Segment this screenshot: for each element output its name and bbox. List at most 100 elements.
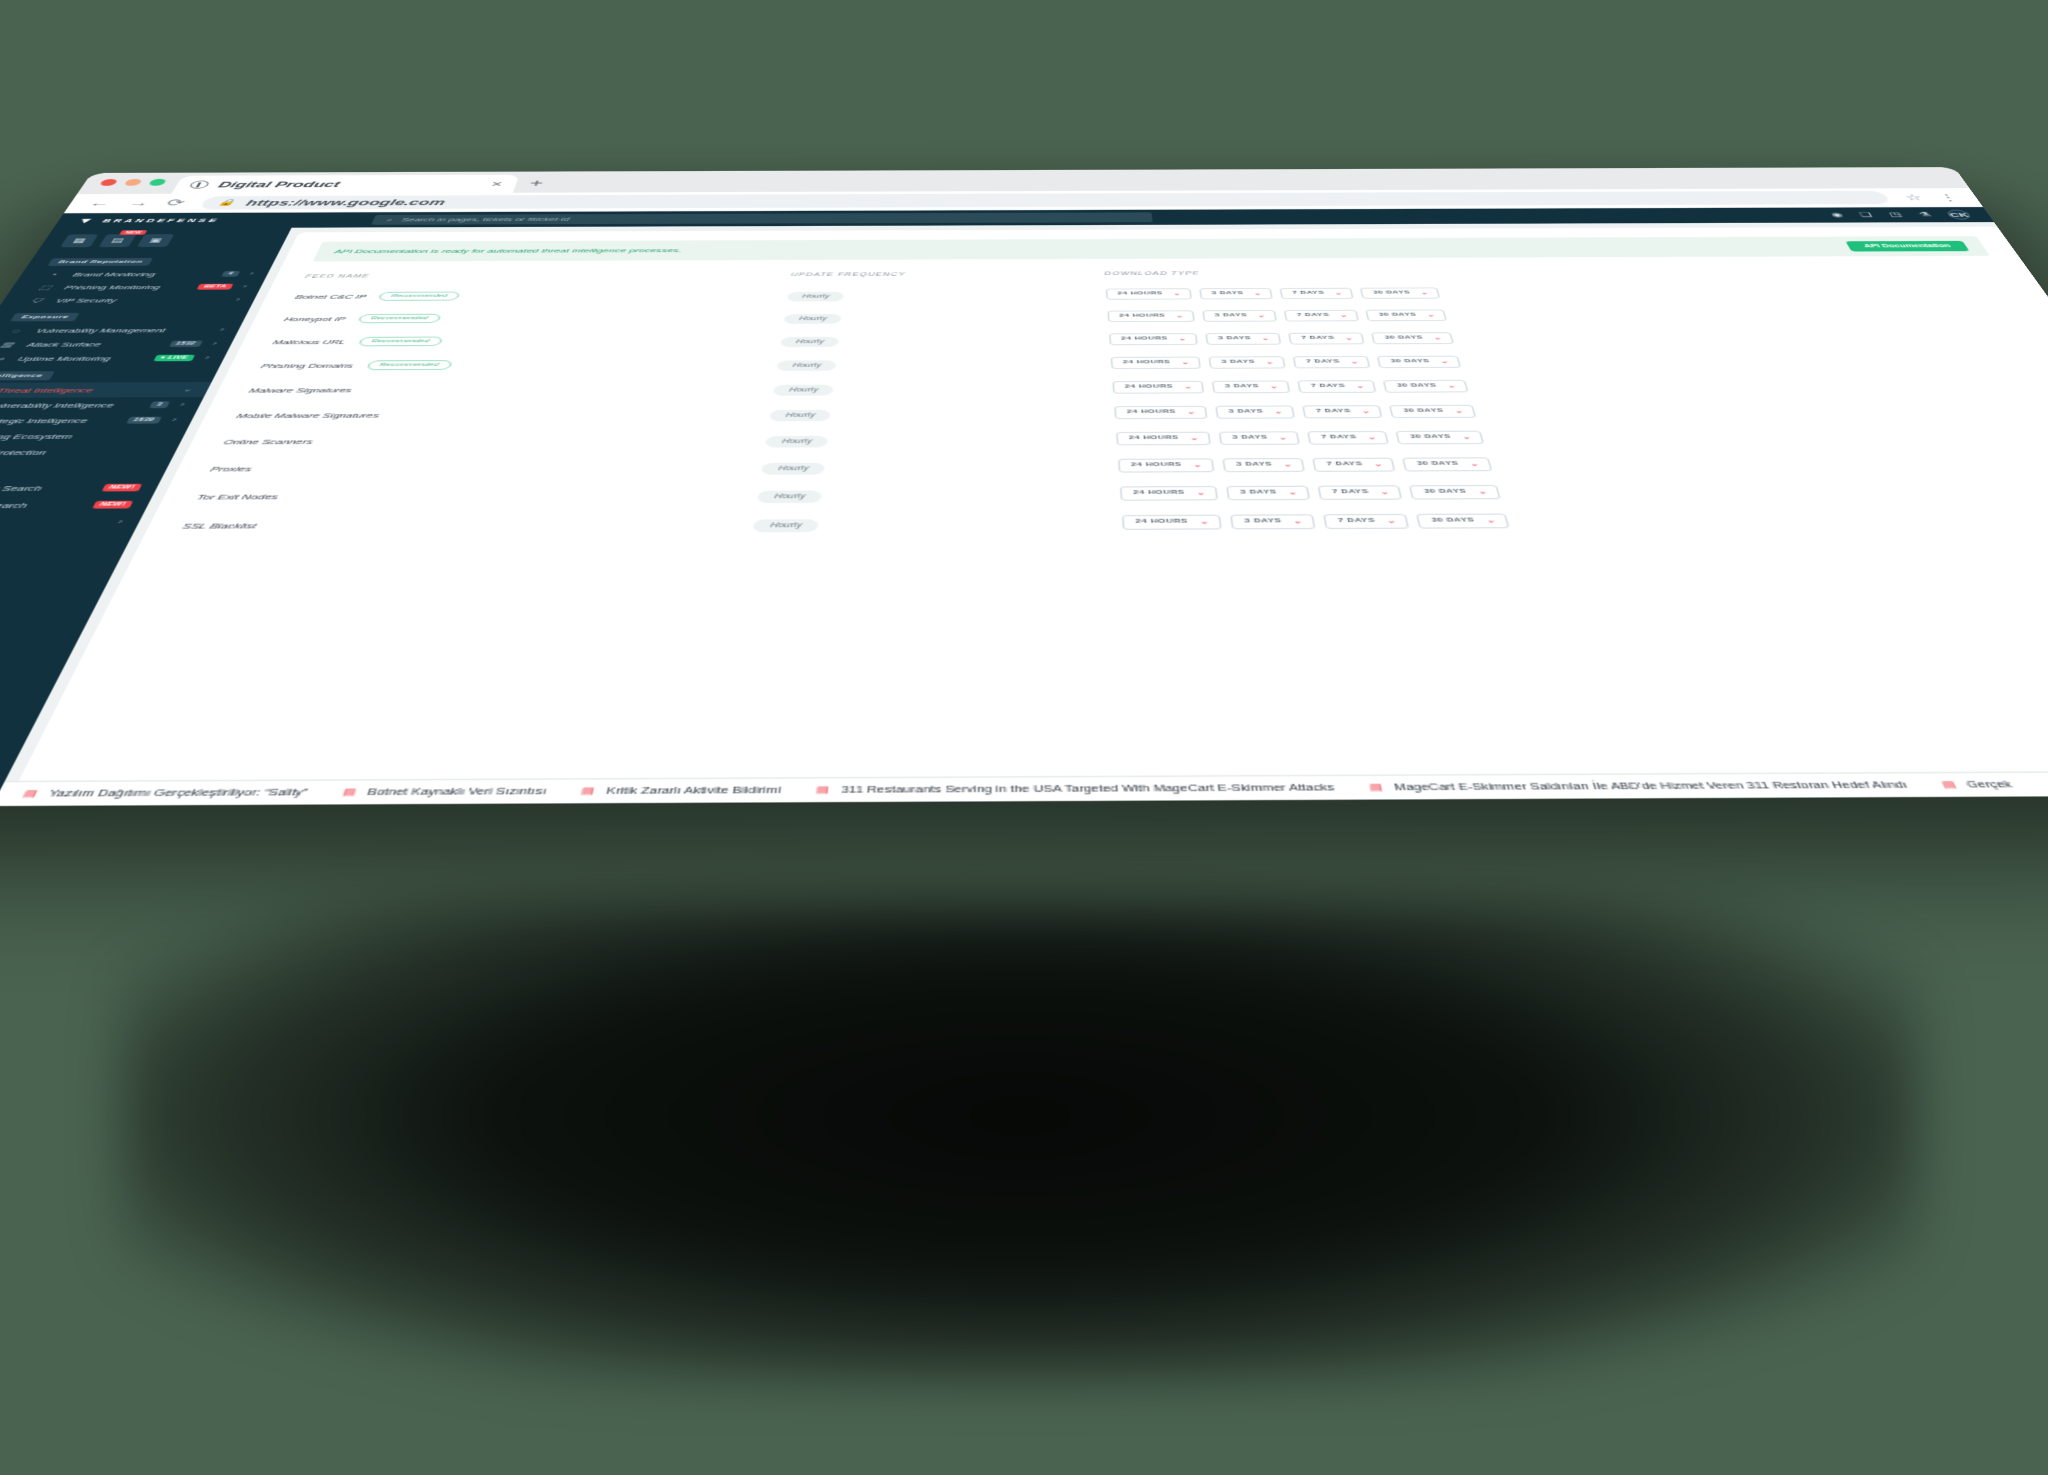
sidebar-item-vulnerability-intelligence[interactable]: ▧Vulnerability Intelligence3› [0, 397, 204, 413]
sidebar-item-attack-surface[interactable]: ▥ Attack Surface 1532 › [0, 337, 235, 352]
download-24-hours-button[interactable]: 24 HOURS ⌄ [1115, 431, 1211, 445]
address-bar[interactable]: 🔒 https://www.google.com [198, 190, 1893, 210]
download-30-days-button[interactable]: 30 DAYS ⌄ [1395, 430, 1485, 444]
back-icon[interactable]: ← [86, 198, 114, 209]
forward-icon[interactable]: → [125, 198, 153, 209]
download-24-hours-button[interactable]: 24 HOURS ⌄ [1113, 405, 1208, 419]
chevron-right-icon[interactable]: › [242, 284, 248, 289]
download-3-days-button[interactable]: 3 DAYS ⌄ [1218, 430, 1301, 445]
download-30-days-button[interactable]: 30 DAYS ⌄ [1389, 404, 1477, 418]
download-30-days-button[interactable]: 30 DAYS ⌄ [1409, 484, 1501, 500]
chevron-down-icon[interactable]: ⌄ [1350, 359, 1359, 365]
ticker-item[interactable]: ▤ Botnet Kaynaklı Veri Sızıntısı [323, 786, 565, 798]
chevron-down-icon[interactable]: ⌄ [1420, 290, 1429, 295]
chevron-down-icon[interactable]: ⌄ [1265, 359, 1274, 365]
ticker-item[interactable]: ▤ 311 Restaurants Serving in the USA Targ… [798, 783, 1353, 796]
chevron-down-icon[interactable]: ⌄ [1433, 335, 1442, 341]
sidebar-item-uptime-monitoring[interactable]: ⊷ Uptime Monitoring ● LIVE › [0, 351, 228, 366]
maximize-window-dot[interactable] [148, 178, 168, 186]
download-24-hours-button[interactable]: 24 HOURS ⌄ [1119, 485, 1219, 501]
sidebar-item-fraud-protection[interactable]: ◎Fraud Protection [0, 444, 180, 461]
reload-icon[interactable]: ⟳ [164, 198, 188, 209]
brand-logo[interactable]: ▼ BRANDEFENSE [56, 216, 298, 225]
download-7-days-button[interactable]: 7 DAYS ⌄ [1284, 309, 1360, 322]
chevron-down-icon[interactable]: ⌄ [1278, 435, 1289, 440]
sidebar-item-look-up[interactable]: ⌕Look Up› [0, 513, 144, 533]
chevron-down-icon[interactable]: ⌄ [1288, 489, 1298, 496]
close-icon[interactable]: × [490, 179, 505, 189]
window-controls[interactable] [93, 173, 171, 194]
chevron-down-icon[interactable]: ⌄ [1190, 435, 1199, 441]
browser-tab[interactable]: Digital Product × [171, 174, 520, 194]
visibility-icon[interactable]: ◉ [1829, 211, 1844, 218]
chevron-right-icon[interactable]: › [211, 341, 217, 346]
download-3-days-button[interactable]: 3 DAYS ⌄ [1230, 513, 1316, 529]
filter-icon[interactable]: ⚗ [1917, 211, 1933, 218]
chevron-right-icon[interactable]: › [116, 519, 124, 526]
download-7-days-button[interactable]: 7 DAYS ⌄ [1312, 457, 1397, 472]
browser-menu-icon[interactable]: ⋮ [1936, 192, 1961, 202]
sidebar-item-email-leak-search[interactable]: ⚲Email Leak SearchNEW! [0, 496, 153, 514]
download-7-days-button[interactable]: 7 DAYS ⌄ [1288, 332, 1366, 345]
chevron-down-icon[interactable]: ⌄ [1253, 291, 1263, 295]
chevron-down-icon[interactable]: ⌄ [1477, 488, 1488, 495]
chevron-down-icon[interactable]: ⌄ [1426, 312, 1435, 318]
download-7-days-button[interactable]: 7 DAYS ⌄ [1297, 379, 1377, 393]
avatar[interactable]: CK [1945, 209, 1973, 220]
chevron-down-icon[interactable]: ⌄ [1193, 462, 1202, 469]
download-3-days-button[interactable]: 3 DAYS ⌄ [1199, 287, 1274, 299]
chevron-down-icon[interactable]: ⌄ [1344, 335, 1354, 341]
chevron-down-icon[interactable]: ⌄ [1373, 461, 1384, 468]
chevron-right-icon[interactable]: › [219, 327, 225, 332]
chevron-down-icon[interactable]: ⌄ [1187, 409, 1196, 415]
chevron-down-icon[interactable]: ⌄ [1447, 383, 1457, 389]
download-3-days-button[interactable]: 3 DAYS ⌄ [1222, 457, 1306, 472]
chevron-down-icon[interactable]: ⌄ [1196, 489, 1206, 496]
chevron-down-icon[interactable]: ⌄ [1355, 383, 1366, 389]
download-3-days-button[interactable]: 3 DAYS ⌄ [1202, 309, 1278, 322]
chevron-down-icon[interactable]: ⌄ [1339, 313, 1348, 318]
bookmarks-icon[interactable]: ❑ [1858, 211, 1874, 218]
sidebar-item-vulnerability-management[interactable]: ◌ Vulnerability Management › [0, 323, 242, 338]
chevron-down-icon[interactable]: ⌄ [1469, 461, 1479, 468]
quick-action-grid-button[interactable]: ▦ [60, 234, 99, 248]
download-7-days-button[interactable]: 7 DAYS ⌄ [1292, 355, 1371, 368]
sidebar-item-hacking-ecosystem[interactable]: ◫Hacking Ecosystem [0, 428, 188, 445]
chevron-down-icon[interactable]: ⌄ [1173, 291, 1181, 296]
download-7-days-button[interactable]: 7 DAYS ⌄ [1323, 513, 1410, 529]
chevron-down-icon[interactable]: ⌄ [181, 386, 194, 393]
chevron-down-icon[interactable]: ⌄ [1380, 489, 1390, 496]
download-7-days-button[interactable]: 7 DAYS ⌄ [1302, 404, 1384, 418]
chevron-right-icon[interactable]: › [204, 355, 211, 361]
chevron-right-icon[interactable]: › [171, 417, 178, 423]
chevron-down-icon[interactable]: ⌄ [1283, 461, 1293, 468]
chevron-down-icon[interactable]: ⌄ [1181, 359, 1190, 365]
download-30-days-button[interactable]: 30 DAYS ⌄ [1371, 331, 1455, 344]
chevron-right-icon[interactable]: › [235, 298, 241, 303]
chevron-down-icon[interactable]: ⌄ [1257, 313, 1266, 319]
bookmark-star-icon[interactable]: ☆ [1902, 192, 1925, 202]
chevron-down-icon[interactable]: ⌄ [1454, 408, 1464, 414]
chevron-down-icon[interactable]: ⌄ [1274, 409, 1283, 414]
download-30-days-button[interactable]: 30 DAYS ⌄ [1360, 287, 1441, 299]
download-3-days-button[interactable]: 3 DAYS ⌄ [1208, 355, 1286, 369]
new-tab-icon[interactable]: + [526, 177, 546, 193]
download-24-hours-button[interactable]: 24 HOURS ⌄ [1121, 514, 1222, 530]
chevron-down-icon[interactable]: ⌄ [1367, 434, 1377, 440]
chevron-down-icon[interactable]: ⌄ [1293, 518, 1303, 525]
download-24-hours-button[interactable]: 24 HOURS ⌄ [1117, 458, 1215, 473]
chevron-down-icon[interactable]: ⌄ [1175, 313, 1184, 319]
download-24-hours-button[interactable]: 24 HOURS ⌄ [1112, 380, 1205, 394]
download-30-days-button[interactable]: 30 DAYS ⌄ [1377, 355, 1462, 368]
global-search-input[interactable]: ⌕ Search in pages, tickets or #ticket-id [371, 212, 1153, 225]
chevron-right-icon[interactable]: › [179, 402, 186, 408]
chevron-down-icon[interactable]: ⌄ [1178, 336, 1187, 342]
chevron-down-icon[interactable]: ⌄ [1361, 408, 1371, 414]
ticker-item[interactable]: ▤ Gerçek [1922, 779, 2032, 790]
download-7-days-button[interactable]: 7 DAYS ⌄ [1307, 430, 1390, 445]
download-24-hours-button[interactable]: 24 HOURS ⌄ [1105, 288, 1192, 300]
api-documentation-button[interactable]: API Documentation [1845, 240, 1970, 252]
download-3-days-button[interactable]: 3 DAYS ⌄ [1226, 485, 1311, 500]
download-3-days-button[interactable]: 3 DAYS ⌄ [1211, 380, 1291, 393]
ticker-item[interactable]: ▤ Kritik Zararlı Aktivite Bildirimi [563, 785, 799, 797]
